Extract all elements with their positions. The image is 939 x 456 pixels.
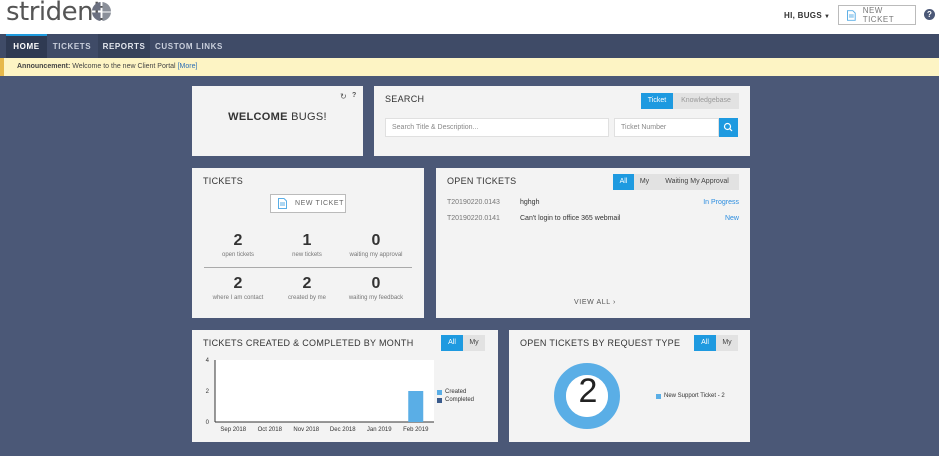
nav-reports[interactable]: REPORTS bbox=[98, 34, 150, 58]
announcement-more-link[interactable]: [More] bbox=[178, 63, 198, 70]
legend-swatch bbox=[437, 397, 442, 403]
announcement-text: Welcome to the new Client Portal bbox=[72, 63, 176, 70]
open-tickets-title: OPEN TICKETS bbox=[447, 176, 517, 186]
stat-label: new tickets bbox=[292, 252, 322, 258]
new-ticket-label: NEW TICKET bbox=[862, 6, 895, 24]
tab-knowledgebase[interactable]: Knowledgebase bbox=[673, 93, 739, 109]
stat-label: where I am contact bbox=[212, 295, 264, 301]
y-tick-label: 4 bbox=[206, 358, 210, 364]
refresh-icon[interactable]: ↻ bbox=[340, 92, 348, 101]
x-tick-label: Feb 2019 bbox=[403, 427, 429, 433]
stat-label: waiting my feedback bbox=[348, 295, 404, 301]
help-icon[interactable]: ? bbox=[352, 92, 356, 99]
donut-center-value: 2 bbox=[578, 372, 598, 410]
legend-created: Created bbox=[437, 389, 466, 395]
legend-completed: Completed bbox=[437, 397, 474, 403]
view-all-link[interactable]: VIEW ALL › bbox=[574, 299, 616, 306]
y-tick-label: 0 bbox=[206, 420, 210, 426]
divider bbox=[204, 267, 412, 268]
ticket-title-link[interactable]: Can't login to office 365 webmail bbox=[520, 215, 620, 222]
search-button[interactable] bbox=[719, 118, 738, 137]
tickets-by-month-panel: TICKETS CREATED & COMPLETED BY MONTH All… bbox=[192, 330, 498, 442]
x-tick-label: Jan 2019 bbox=[367, 427, 392, 433]
search-panel: SEARCH Ticket Knowledgebase Search Title… bbox=[374, 86, 750, 156]
nav-custom-links[interactable]: CUSTOM LINKS bbox=[152, 34, 226, 58]
search-description-input[interactable]: Search Title & Description... bbox=[385, 118, 609, 137]
stat-value: 0 bbox=[371, 232, 381, 249]
filter-my[interactable]: My bbox=[634, 174, 655, 190]
logo[interactable]: strident bbox=[6, 0, 103, 27]
user-menu[interactable]: HI, BUGS ▼ bbox=[784, 11, 830, 20]
x-tick-label: Nov 2018 bbox=[293, 427, 319, 433]
main-nav: HOME TICKETS REPORTS CUSTOM LINKS bbox=[0, 34, 939, 58]
stat-value: 2 bbox=[233, 275, 243, 292]
y-tick-label: 2 bbox=[206, 389, 210, 395]
search-icon bbox=[723, 122, 733, 132]
tickets-panel: TICKETS NEW TICKET 2 open tickets 1 new … bbox=[192, 168, 424, 318]
announcement-bar: Announcement: Welcome to the new Client … bbox=[0, 58, 939, 76]
tickets-by-type-panel: OPEN TICKETS BY REQUEST TYPE All My 2 Ne… bbox=[509, 330, 750, 442]
stat-value: 2 bbox=[233, 232, 243, 249]
stat-new-tickets[interactable]: 1 new tickets bbox=[272, 232, 342, 259]
welcome-name: BUGS! bbox=[291, 111, 327, 123]
document-icon bbox=[278, 198, 287, 209]
document-icon bbox=[847, 9, 856, 21]
ticket-title-link[interactable]: hghgh bbox=[520, 199, 539, 206]
stat-open-tickets[interactable]: 2 open tickets bbox=[203, 232, 273, 259]
new-ticket-label: NEW TICKET bbox=[295, 200, 345, 207]
stat-contact[interactable]: 2 where I am contact bbox=[203, 275, 273, 302]
x-tick-label: Sep 2018 bbox=[220, 427, 246, 433]
stat-label: open tickets bbox=[221, 252, 255, 258]
legend-swatch bbox=[656, 393, 661, 399]
search-title: SEARCH bbox=[385, 94, 425, 104]
tickets-title: TICKETS bbox=[203, 176, 244, 186]
ticket-id-link[interactable]: T20190220.0141 bbox=[447, 215, 500, 222]
logo-mark-icon bbox=[92, 2, 111, 21]
caret-down-icon: ▼ bbox=[823, 14, 831, 20]
ticket-id-link[interactable]: T20190220.0143 bbox=[447, 199, 500, 206]
tab-ticket[interactable]: Ticket bbox=[641, 93, 673, 109]
welcome-panel: ↻ ? WELCOME BUGS! bbox=[192, 86, 363, 156]
stat-label: created by me bbox=[287, 295, 327, 301]
month-bar-chart: 0 2 4 Sep 2018 Oct 2018 Nov 2018 Dec 2018 Jan 2… bbox=[206, 358, 434, 433]
stat-value: 1 bbox=[302, 232, 312, 249]
ticket-number-input[interactable]: Ticket Number bbox=[614, 118, 719, 137]
nav-home[interactable]: HOME bbox=[6, 34, 47, 58]
help-icon[interactable]: ? bbox=[924, 9, 935, 20]
announcement-label: Announcement: bbox=[17, 63, 71, 70]
legend-label: New Support Ticket - 2 bbox=[664, 393, 725, 399]
filter-all[interactable]: All bbox=[613, 174, 634, 190]
plot-area bbox=[215, 360, 434, 422]
x-tick-label: Oct 2018 bbox=[258, 427, 283, 433]
welcome-prefix: WELCOME bbox=[228, 111, 288, 123]
legend-new-support-ticket: New Support Ticket - 2 bbox=[656, 393, 725, 399]
top-header: strident HI, BUGS ▼ NEW TICKET ? bbox=[0, 0, 939, 34]
ticket-status[interactable]: New bbox=[691, 215, 739, 222]
new-ticket-button[interactable]: NEW TICKET bbox=[838, 5, 916, 25]
stat-value: 2 bbox=[302, 275, 312, 292]
stat-waiting-approval[interactable]: 0 waiting my approval bbox=[341, 232, 411, 259]
legend-swatch bbox=[437, 389, 442, 395]
user-menu-label: HI, BUGS bbox=[784, 11, 822, 20]
legend-label: Created bbox=[445, 389, 467, 395]
open-tickets-panel: OPEN TICKETS All My Waiting My Approval … bbox=[436, 168, 750, 318]
new-ticket-button[interactable]: NEW TICKET bbox=[270, 194, 346, 213]
stat-label: waiting my approval bbox=[349, 252, 403, 258]
bar-created[interactable] bbox=[408, 391, 424, 422]
request-type-donut-chart bbox=[554, 363, 620, 429]
stat-created-by-me[interactable]: 2 created by me bbox=[272, 275, 342, 302]
stat-value: 0 bbox=[371, 275, 381, 292]
legend-label: Completed bbox=[445, 397, 475, 403]
x-tick-label: Dec 2018 bbox=[330, 427, 356, 433]
nav-tickets[interactable]: TICKETS bbox=[51, 34, 93, 58]
filter-waiting-approval[interactable]: Waiting My Approval bbox=[655, 174, 739, 190]
ticket-status[interactable]: In Progress bbox=[691, 199, 739, 206]
welcome-message: WELCOME BUGS! bbox=[192, 111, 363, 123]
stat-waiting-feedback[interactable]: 0 waiting my feedback bbox=[341, 275, 411, 302]
